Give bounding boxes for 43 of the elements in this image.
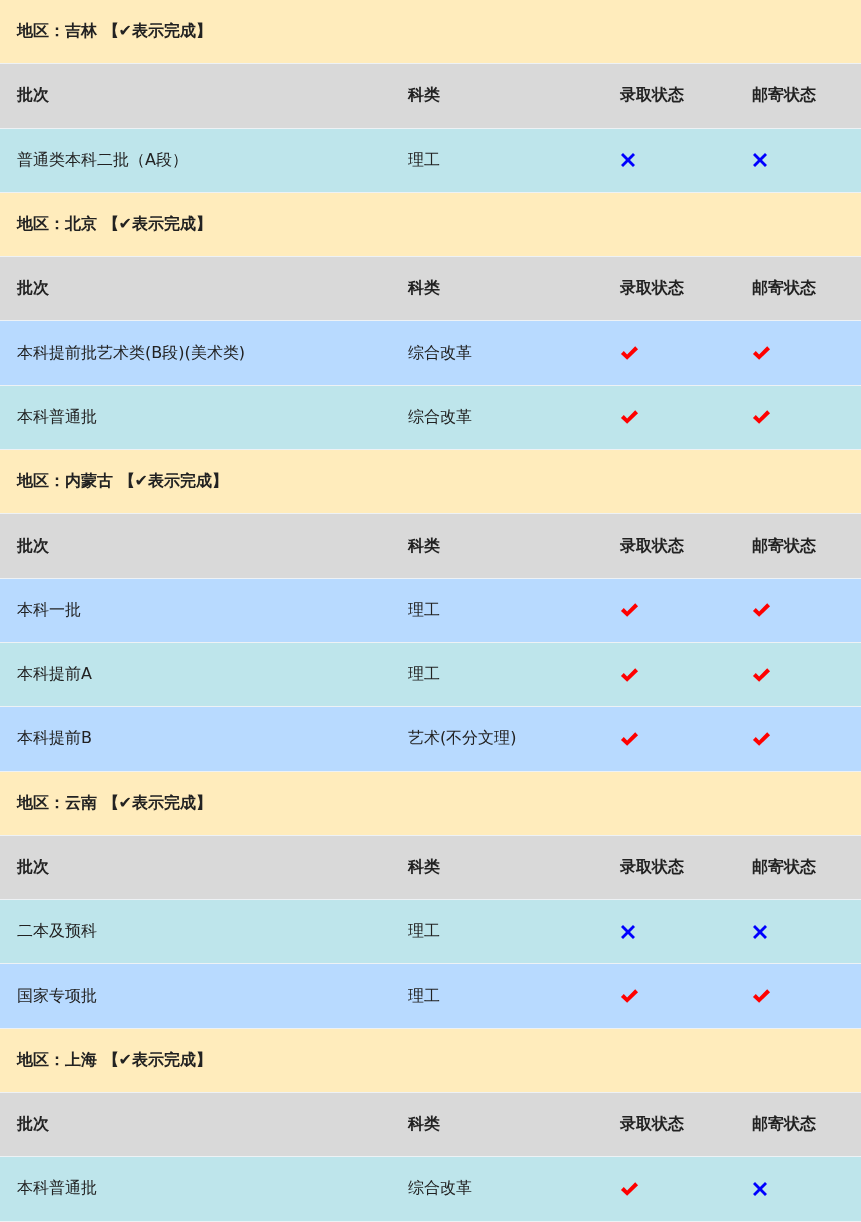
region-title: 地区：上海 【✔表示完成】	[17, 1049, 212, 1071]
column-header: 邮寄状态	[752, 278, 817, 300]
table-cell-text: 国家专项批	[17, 985, 98, 1007]
table-cell-text: 理工	[408, 921, 441, 943]
table-cell-text: 本科提前批艺术类(B段)(美术类)	[17, 342, 246, 364]
table-cell-text: 二本及预科	[17, 921, 98, 943]
column-header: 邮寄状态	[752, 857, 817, 878]
column-header: 批次	[17, 1114, 50, 1136]
table-cell-text: 本科提前B	[17, 728, 93, 750]
table-cell-text: 综合改革	[408, 1178, 473, 1200]
column-header: 科类	[408, 535, 441, 557]
table-cell-text: 普通类本科二批（A段）	[17, 149, 189, 171]
table-cell-text: 艺术(不分文理)	[408, 728, 518, 750]
table-cell-text: 本科普通批	[17, 406, 98, 428]
table-cell-text: 理工	[408, 664, 441, 686]
column-header: 录取状态	[620, 85, 685, 107]
table-cell-text: 本科普通批	[17, 1178, 98, 1200]
region-title: 地区：内蒙古 【✔表示完成】	[17, 471, 228, 493]
region-title: 地区：吉林 【✔表示完成】	[17, 21, 212, 43]
column-header: 批次	[17, 85, 50, 107]
column-header: 批次	[17, 535, 50, 557]
column-header: 批次	[17, 857, 50, 878]
table-cell-text: 本科一批	[17, 599, 82, 621]
region-title: 地区：云南 【✔表示完成】	[17, 792, 212, 814]
table-cell-text: 理工	[408, 599, 441, 621]
column-header: 录取状态	[620, 857, 685, 878]
column-header: 邮寄状态	[752, 85, 817, 107]
region-title: 地区：北京 【✔表示完成】	[17, 214, 212, 236]
column-header: 批次	[17, 278, 50, 300]
column-header: 科类	[408, 278, 441, 300]
column-header: 科类	[408, 85, 441, 107]
table-cell-text: 本科提前A	[17, 664, 93, 686]
table-cell-text: 理工	[408, 985, 441, 1007]
column-header: 科类	[408, 1114, 441, 1136]
column-header: 邮寄状态	[752, 1114, 817, 1136]
column-header: 邮寄状态	[752, 535, 817, 557]
column-header: 录取状态	[620, 278, 685, 300]
column-header: 录取状态	[620, 1114, 685, 1136]
column-header: 科类	[408, 857, 441, 878]
table-cell-text: 综合改革	[408, 342, 473, 364]
table-cell-text: 理工	[408, 149, 441, 171]
table-cell-text: 综合改革	[408, 406, 473, 428]
column-header: 录取状态	[620, 535, 685, 557]
